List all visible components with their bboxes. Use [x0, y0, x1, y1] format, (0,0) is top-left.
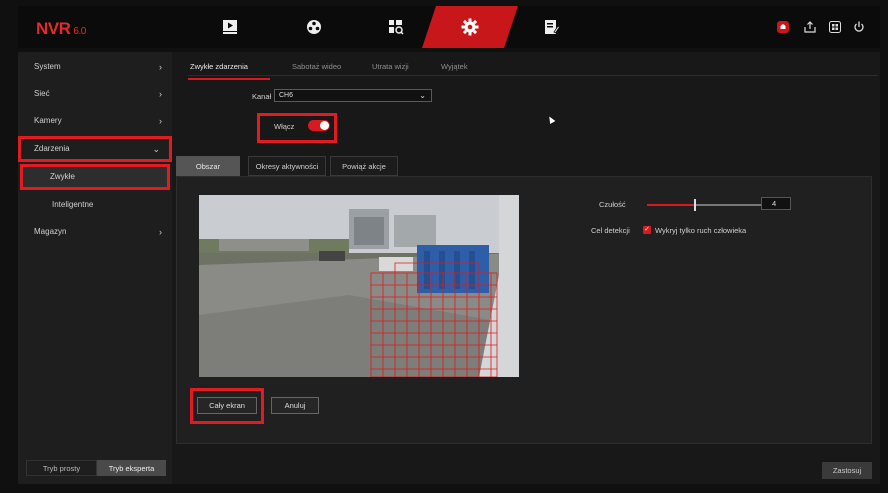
- sidebar-item-label: Zdarzenia: [34, 144, 70, 153]
- camera-image: [199, 195, 519, 377]
- sidebar-item-label: Magazyn: [34, 227, 67, 236]
- settings-gear-icon: [461, 18, 479, 36]
- simple-mode-button[interactable]: Tryb prosty: [26, 460, 97, 476]
- active-tab-underline: [188, 78, 270, 80]
- sidebar-item-label: Inteligentne: [52, 200, 94, 209]
- chevron-down-icon: ⌄: [152, 144, 160, 154]
- chevron-right-icon: ›: [159, 227, 162, 237]
- sidebar-item-system[interactable]: System ›: [18, 57, 172, 77]
- logo-text: NVR: [36, 19, 71, 38]
- logo: NVR 6.0: [36, 19, 86, 39]
- human-only-label: Wykryj tylko ruch człowieka: [655, 226, 747, 235]
- tab-normal-events[interactable]: Zwykłe zdarzenia: [190, 62, 248, 71]
- tab-video-tamper[interactable]: Sabotaż wideo: [292, 62, 341, 71]
- camera-preview[interactable]: [199, 195, 519, 377]
- enable-toggle[interactable]: [308, 120, 330, 131]
- tab-schedule[interactable]: Okresy aktywności: [248, 156, 326, 176]
- settings-button[interactable]: [440, 6, 500, 48]
- human-only-checkbox[interactable]: ✓: [643, 226, 651, 234]
- mode-switch: Tryb prosty Tryb eksperta: [26, 460, 166, 476]
- sidebar-item-cameras[interactable]: Kamery ›: [18, 111, 172, 131]
- chevron-down-icon: ⌄: [419, 91, 426, 100]
- apply-button[interactable]: Zastosuj: [822, 462, 872, 479]
- playback-icon: [223, 20, 237, 34]
- sidebar-item-label: Kamery: [34, 116, 62, 125]
- version-text: 6.0: [73, 26, 86, 37]
- tab-exception[interactable]: Wyjątek: [441, 62, 468, 71]
- channel-select[interactable]: CH6 ⌄: [274, 89, 432, 102]
- sensitivity-fill: [647, 204, 695, 206]
- cancel-button[interactable]: Anuluj: [271, 397, 319, 414]
- sidebar-item-normal-events[interactable]: Zwykłe: [20, 164, 170, 190]
- expert-mode-button[interactable]: Tryb eksperta: [97, 460, 166, 476]
- tab-linkage[interactable]: Powiąż akcje: [330, 156, 398, 176]
- mouse-cursor-icon: [546, 114, 556, 125]
- tab-area[interactable]: Obszar: [176, 156, 240, 176]
- chevron-right-icon: ›: [159, 116, 162, 126]
- sensitivity-handle[interactable]: [694, 199, 696, 211]
- chevron-right-icon: ›: [159, 89, 162, 99]
- alarm-bell-icon[interactable]: [776, 20, 790, 34]
- fullscreen-button[interactable]: Cały ekran: [197, 397, 257, 414]
- area-panel: Czułość 4 Cel detekcji ✓ Wykryj tylko ru…: [176, 176, 872, 444]
- sensitivity-input[interactable]: 4: [761, 197, 791, 210]
- search-file-icon: [389, 20, 404, 35]
- sidebar-item-network[interactable]: Sieć ›: [18, 84, 172, 104]
- sensitivity-slider[interactable]: [647, 199, 767, 211]
- sidebar-item-smart-events[interactable]: Inteligentne: [18, 195, 172, 215]
- sidebar-item-label: System: [34, 62, 61, 71]
- maintenance-button[interactable]: [522, 6, 582, 48]
- sidebar-item-label: Zwykłe: [50, 172, 75, 181]
- search-button[interactable]: [366, 6, 426, 48]
- sidebar: System › Sieć › Kamery › Zdarzenia ⌄ Zwykłe …: [18, 52, 172, 484]
- main-panel: Zwykłe zdarzenia Sabotaż wideo Utrata wi…: [172, 52, 880, 484]
- top-bar: NVR 6.0: [18, 6, 880, 48]
- channel-label: Kanał: [252, 92, 272, 101]
- enable-label: Włącz: [274, 122, 295, 131]
- sensitivity-label: Czułość: [599, 200, 626, 209]
- chevron-right-icon: ›: [159, 62, 162, 72]
- camera-button[interactable]: [284, 6, 344, 48]
- edit-doc-icon: [545, 20, 560, 34]
- camera-lens-icon: [307, 20, 321, 34]
- sidebar-item-storage[interactable]: Magazyn ›: [18, 222, 172, 242]
- sidebar-item-label: Sieć: [34, 89, 50, 98]
- grid-icon[interactable]: [828, 20, 842, 34]
- channel-value: CH6: [279, 92, 294, 99]
- backup-icon[interactable]: [803, 20, 817, 34]
- playback-button[interactable]: [200, 6, 260, 48]
- power-icon[interactable]: [852, 20, 866, 34]
- sidebar-item-events[interactable]: Zdarzenia ⌄: [18, 136, 172, 162]
- tab-video-loss[interactable]: Utrata wizji: [372, 62, 409, 71]
- detection-target-label: Cel detekcji: [591, 226, 630, 235]
- event-tabs: Zwykłe zdarzenia Sabotaż wideo Utrata wi…: [188, 60, 878, 80]
